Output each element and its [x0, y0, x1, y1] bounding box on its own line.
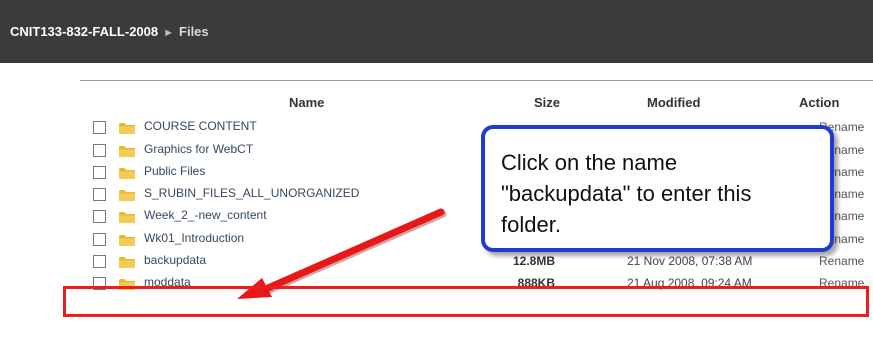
folder-icon [119, 210, 135, 223]
row-checkbox[interactable] [93, 166, 106, 179]
folder-name-link[interactable]: Public Files [144, 164, 205, 178]
table-top-divider [80, 80, 873, 81]
breadcrumb-course-link[interactable]: CNIT133-832-FALL-2008 [10, 24, 158, 39]
folder-name-link[interactable]: Graphics for WebCT [144, 142, 253, 156]
top-bar: CNIT133-832-FALL-2008 ► Files [0, 0, 873, 63]
breadcrumb-separator-icon: ► [163, 27, 175, 39]
column-header-action: Action [799, 95, 840, 110]
column-header-modified[interactable]: Modified [647, 95, 700, 110]
row-checkbox[interactable] [93, 144, 106, 157]
folder-name-link[interactable]: COURSE CONTENT [144, 119, 257, 133]
row-checkbox[interactable] [93, 255, 106, 268]
column-header-size[interactable]: Size [534, 95, 560, 110]
callout-text: Click on the name "backupdata" to enter … [501, 150, 752, 237]
modified-date: 21 Nov 2008, 07:38 AM [627, 254, 753, 268]
folder-icon [119, 233, 135, 246]
rename-link[interactable]: Rename [819, 254, 864, 268]
row-checkbox[interactable] [93, 233, 106, 246]
instruction-callout: Click on the name "backupdata" to enter … [481, 125, 834, 252]
folder-icon [119, 255, 135, 268]
column-header-name[interactable]: Name [289, 95, 324, 110]
backupdata-row-highlight [63, 286, 869, 317]
folder-name-link[interactable]: backupdata [144, 253, 206, 267]
folder-name-link[interactable]: S_RUBIN_FILES_ALL_UNORGANIZED [144, 186, 359, 200]
row-checkbox[interactable] [93, 210, 106, 223]
breadcrumb: CNIT133-832-FALL-2008 ► Files [10, 24, 209, 39]
folder-icon [119, 188, 135, 201]
folder-icon [119, 121, 135, 134]
folder-name-link[interactable]: Wk01_Introduction [144, 231, 244, 245]
breadcrumb-current: Files [179, 24, 209, 39]
file-size: 12.8MB [512, 254, 555, 268]
folder-name-link[interactable]: Week_2_-new_content [144, 208, 267, 222]
folder-icon [119, 144, 135, 157]
folder-icon [119, 166, 135, 179]
row-checkbox[interactable] [93, 188, 106, 201]
table-row: backupdata 12.8MB 21 Nov 2008, 07:38 AM Ren… [80, 252, 873, 274]
row-checkbox[interactable] [93, 121, 106, 134]
